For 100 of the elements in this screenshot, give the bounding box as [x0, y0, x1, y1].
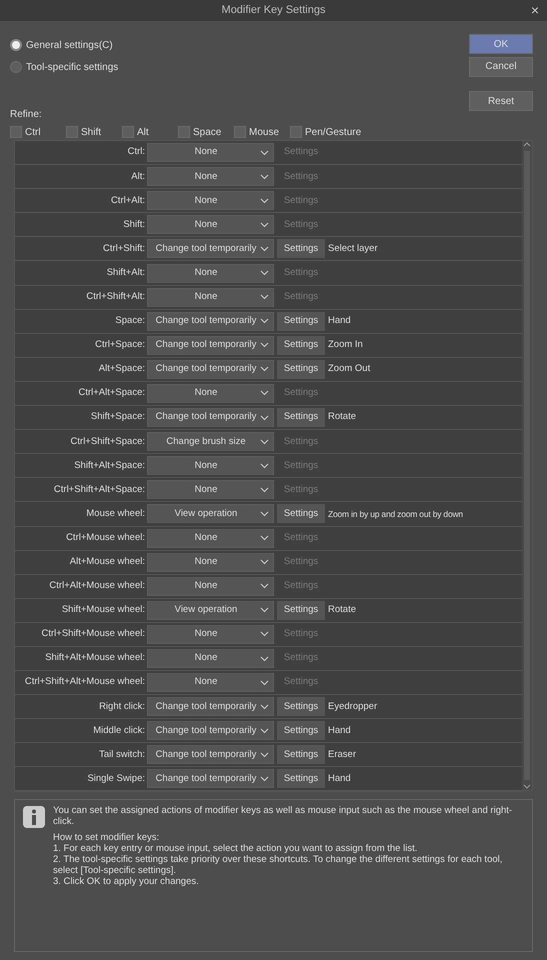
action-dropdown[interactable]: None [147, 528, 274, 548]
caret-icon [260, 728, 269, 734]
mode-radio-option[interactable]: General settings(C) [10, 34, 118, 56]
caret-icon [260, 631, 269, 638]
action-dropdown[interactable]: None [147, 167, 274, 186]
action-dropdown[interactable]: Change tool temporarily [147, 721, 274, 740]
settings-button[interactable]: Settings [277, 600, 325, 620]
filter-checkbox[interactable]: Space [178, 124, 234, 140]
action-dropdown[interactable]: None [147, 143, 274, 162]
settings-button[interactable]: Settings [277, 360, 325, 379]
settings-button[interactable]: Settings [277, 239, 325, 258]
action-dropdown[interactable]: None [147, 624, 274, 644]
dialog-button[interactable]: Reset [469, 91, 533, 111]
tool-name: Eraser [328, 748, 356, 762]
caret-icon [260, 752, 269, 758]
settings-button[interactable]: Settings [277, 721, 325, 740]
filter-checkbox[interactable]: Ctrl [10, 124, 66, 140]
tool-name: Rotate [328, 603, 356, 618]
key-label: Ctrl+Shift: [102, 242, 146, 256]
key-label: Ctrl+Shift+Space: [70, 434, 146, 449]
key-label: Ctrl+Alt: [110, 194, 146, 208]
key-label: Single Swipe: [86, 772, 146, 786]
caret-icon [260, 390, 269, 396]
action-dropdown[interactable]: None [147, 480, 274, 500]
action-dropdown[interactable]: None [147, 191, 274, 210]
tool-name: Hand [328, 724, 351, 738]
settings-button[interactable]: Settings [277, 745, 325, 764]
caret-icon [260, 704, 269, 710]
settings-button[interactable]: Settings [277, 312, 325, 331]
key-label: Alt+Space: [98, 362, 146, 376]
filter-checkbox[interactable]: Pen/Gesture [290, 124, 362, 140]
info-text: How to set modifier keys: 1. For each key entry or mouse input, select the action you want to assign from the list. 2. The tool-specific settings take priority over these shortcuts. To change the different settings for each tool, select [Tool-specific settings]. 3. Click OK to apply your changes. [53, 832, 504, 888]
mode-radio-option[interactable]: Tool-specific settings [10, 56, 118, 78]
action-dropdown[interactable]: Change tool temporarily [147, 408, 274, 428]
action-dropdown[interactable]: Change tool temporarily [147, 336, 274, 355]
action-dropdown[interactable]: Change tool temporarily [147, 697, 274, 716]
action-dropdown[interactable]: View operation [147, 504, 274, 524]
close-button[interactable]: × [530, 0, 539, 21]
tool-name: Hand [328, 772, 351, 786]
caret-icon [260, 462, 269, 469]
scroll-down-icon[interactable] [523, 782, 531, 790]
action-dropdown[interactable]: Change tool temporarily [147, 239, 274, 258]
caret-icon [260, 607, 269, 614]
key-label: Shift: [122, 218, 146, 232]
key-label: Shift+Alt+Space: [73, 458, 146, 473]
settings-button[interactable]: Settings [277, 336, 325, 355]
tool-name: Hand [328, 314, 351, 328]
key-label: Ctrl+Alt+Space: [77, 386, 146, 400]
filter-checkbox[interactable]: Alt [122, 124, 178, 140]
action-dropdown[interactable]: Change tool temporarily [147, 360, 274, 379]
key-label: Shift+Space: [90, 410, 146, 424]
scroll-up-icon[interactable] [523, 141, 531, 149]
action-dropdown[interactable]: None [147, 649, 274, 668]
caret-icon [260, 559, 269, 566]
filter-checkbox[interactable]: Mouse [234, 124, 290, 140]
settings-button[interactable]: Settings [277, 769, 325, 788]
action-dropdown[interactable]: Change brush size [147, 432, 274, 452]
action-dropdown[interactable]: None [147, 552, 274, 572]
action-dropdown[interactable]: None [147, 456, 274, 476]
caret-icon [260, 198, 269, 204]
caret-icon [260, 583, 269, 590]
key-label: Space: [114, 314, 146, 328]
tool-name: Zoom in by up and zoom out by down [328, 508, 463, 520]
tool-name: Select layer [328, 242, 378, 256]
caret-icon [260, 510, 269, 517]
dialog-button[interactable]: Cancel [469, 56, 533, 76]
action-dropdown[interactable]: None [147, 215, 274, 234]
key-label: Ctrl+Shift+Mouse wheel: [40, 627, 146, 642]
key-label: Right click: [98, 700, 146, 714]
caret-icon [260, 414, 269, 421]
action-dropdown[interactable]: None [147, 384, 274, 403]
tool-name: Eyedropper [328, 700, 378, 714]
settings-button[interactable]: Settings [277, 408, 325, 428]
action-dropdown[interactable]: Change tool temporarily [147, 312, 274, 331]
key-label: Tail switch: [98, 748, 146, 762]
key-label: Ctrl+Shift+Alt+Mouse wheel: [24, 675, 146, 690]
key-label: Shift+Alt: [106, 266, 146, 280]
action-dropdown[interactable]: None [147, 264, 274, 283]
dialog-button[interactable]: OK [469, 34, 533, 54]
action-dropdown[interactable]: None [147, 576, 274, 596]
tool-name: Zoom Out [328, 362, 370, 376]
caret-icon [260, 535, 269, 542]
action-dropdown[interactable]: View operation [147, 600, 274, 620]
caret-icon [260, 656, 269, 662]
key-label: Middle click: [92, 724, 146, 738]
filter-checkbox[interactable]: Shift [66, 124, 122, 140]
settings-button[interactable]: Settings [277, 697, 325, 716]
action-dropdown[interactable]: Change tool temporarily [147, 745, 274, 764]
key-label: Ctrl+Shift+Alt+Space: [52, 482, 146, 497]
key-label: Alt+Mouse wheel: [68, 555, 146, 570]
key-label: Ctrl+Mouse wheel: [65, 530, 146, 545]
key-label: Ctrl+Space: [94, 338, 146, 352]
action-dropdown[interactable]: None [147, 673, 274, 692]
window-title: Modifier Key Settings [222, 4, 326, 16]
caret-icon [260, 174, 269, 180]
action-dropdown[interactable]: None [147, 288, 274, 307]
settings-button[interactable]: Settings [277, 504, 325, 524]
action-dropdown[interactable]: Change tool temporarily [147, 769, 274, 788]
key-label: Ctrl: [126, 145, 146, 160]
info-text: You can set the assigned actions of modifier keys as well as mouse input such as the mouse wheel and right-click. [53, 806, 514, 828]
